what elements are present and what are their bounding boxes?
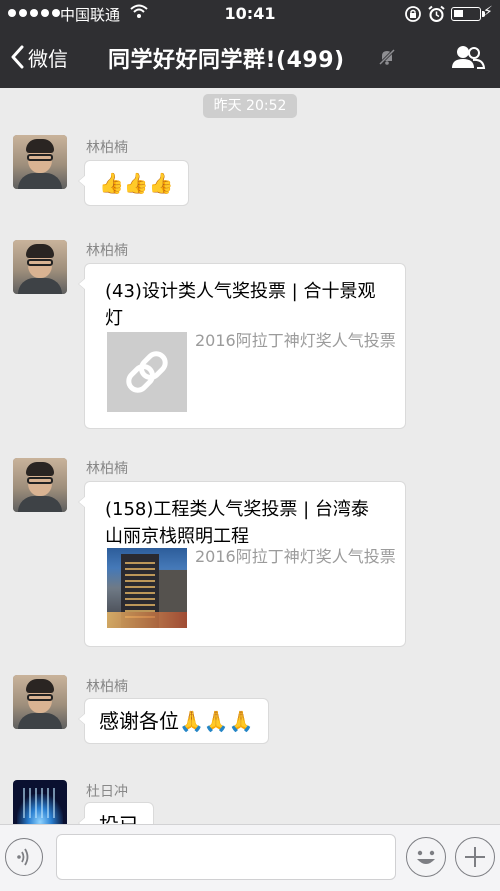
voice-icon — [17, 848, 29, 866]
avatar[interactable] — [13, 675, 67, 729]
avatar[interactable] — [13, 240, 67, 294]
card-title: (158)工程类人气奖投票 | 台湾泰山丽京栈照明工程 — [105, 499, 369, 547]
input-bar — [0, 824, 500, 891]
message-text: 👍👍👍 — [99, 171, 174, 195]
status-bar: 中国联通 10:41 ⚡ — [0, 0, 500, 28]
plus-icon — [465, 847, 485, 867]
voice-button[interactable] — [5, 838, 43, 876]
group-members-button[interactable] — [450, 44, 486, 74]
emoji-icon — [417, 850, 435, 864]
top-bar: 中国联通 10:41 ⚡ 微信 同学好好同学群!(499) — [0, 0, 500, 88]
sender-name: 林柏楠 — [86, 461, 128, 477]
link-icon — [126, 351, 168, 393]
sender-name: 林柏楠 — [86, 243, 128, 259]
chevron-left-icon — [11, 45, 24, 69]
link-card[interactable]: (158)工程类人气奖投票 | 台湾泰山丽京栈照明工程 2016阿拉丁神灯奖人气… — [78, 481, 406, 647]
more-button[interactable] — [455, 837, 495, 877]
members-icon — [452, 46, 486, 69]
hotel-thumbnail — [107, 548, 187, 628]
card-source: 2016阿拉丁神灯奖人气投票 — [195, 331, 396, 350]
link-thumbnail — [107, 332, 187, 412]
mute-icon — [378, 48, 396, 66]
back-button[interactable]: 微信 — [10, 40, 68, 74]
message-bubble[interactable]: 感谢各位🙏🙏🙏 — [78, 698, 269, 744]
card-title: (43)设计类人气奖投票 | 合十景观灯 — [105, 281, 376, 329]
message-bubble[interactable]: 👍👍👍 — [78, 160, 189, 206]
chat-header: 微信 同学好好同学群!(499) — [0, 30, 500, 86]
card-body: 2016阿拉丁神灯奖人气投票 — [107, 547, 397, 630]
clock: 10:41 — [224, 4, 276, 23]
emoji-button[interactable] — [406, 837, 446, 877]
card-body: 2016阿拉丁神灯奖人气投票 — [107, 331, 397, 414]
charging-icon: ⚡ — [483, 4, 493, 20]
avatar[interactable] — [13, 458, 67, 512]
timestamp: 昨天 20:52 — [203, 94, 297, 118]
message-input[interactable] — [56, 834, 396, 880]
card-source: 2016阿拉丁神灯奖人气投票 — [195, 547, 396, 566]
rotation-lock-icon — [405, 6, 421, 22]
message-text: 感谢各位🙏🙏🙏 — [99, 709, 254, 733]
alarm-icon — [428, 5, 445, 22]
sender-name: 林柏楠 — [86, 679, 128, 695]
back-label: 微信 — [28, 46, 68, 71]
chat-title: 同学好好同学群!(499) — [108, 48, 345, 73]
sender-name: 杜日冲 — [86, 784, 128, 800]
avatar[interactable] — [13, 135, 67, 189]
battery-icon — [451, 7, 485, 21]
link-card[interactable]: (43)设计类人气奖投票 | 合十景观灯 2016阿拉丁神灯奖人气投票 — [78, 263, 406, 429]
sender-name: 林柏楠 — [86, 140, 128, 156]
